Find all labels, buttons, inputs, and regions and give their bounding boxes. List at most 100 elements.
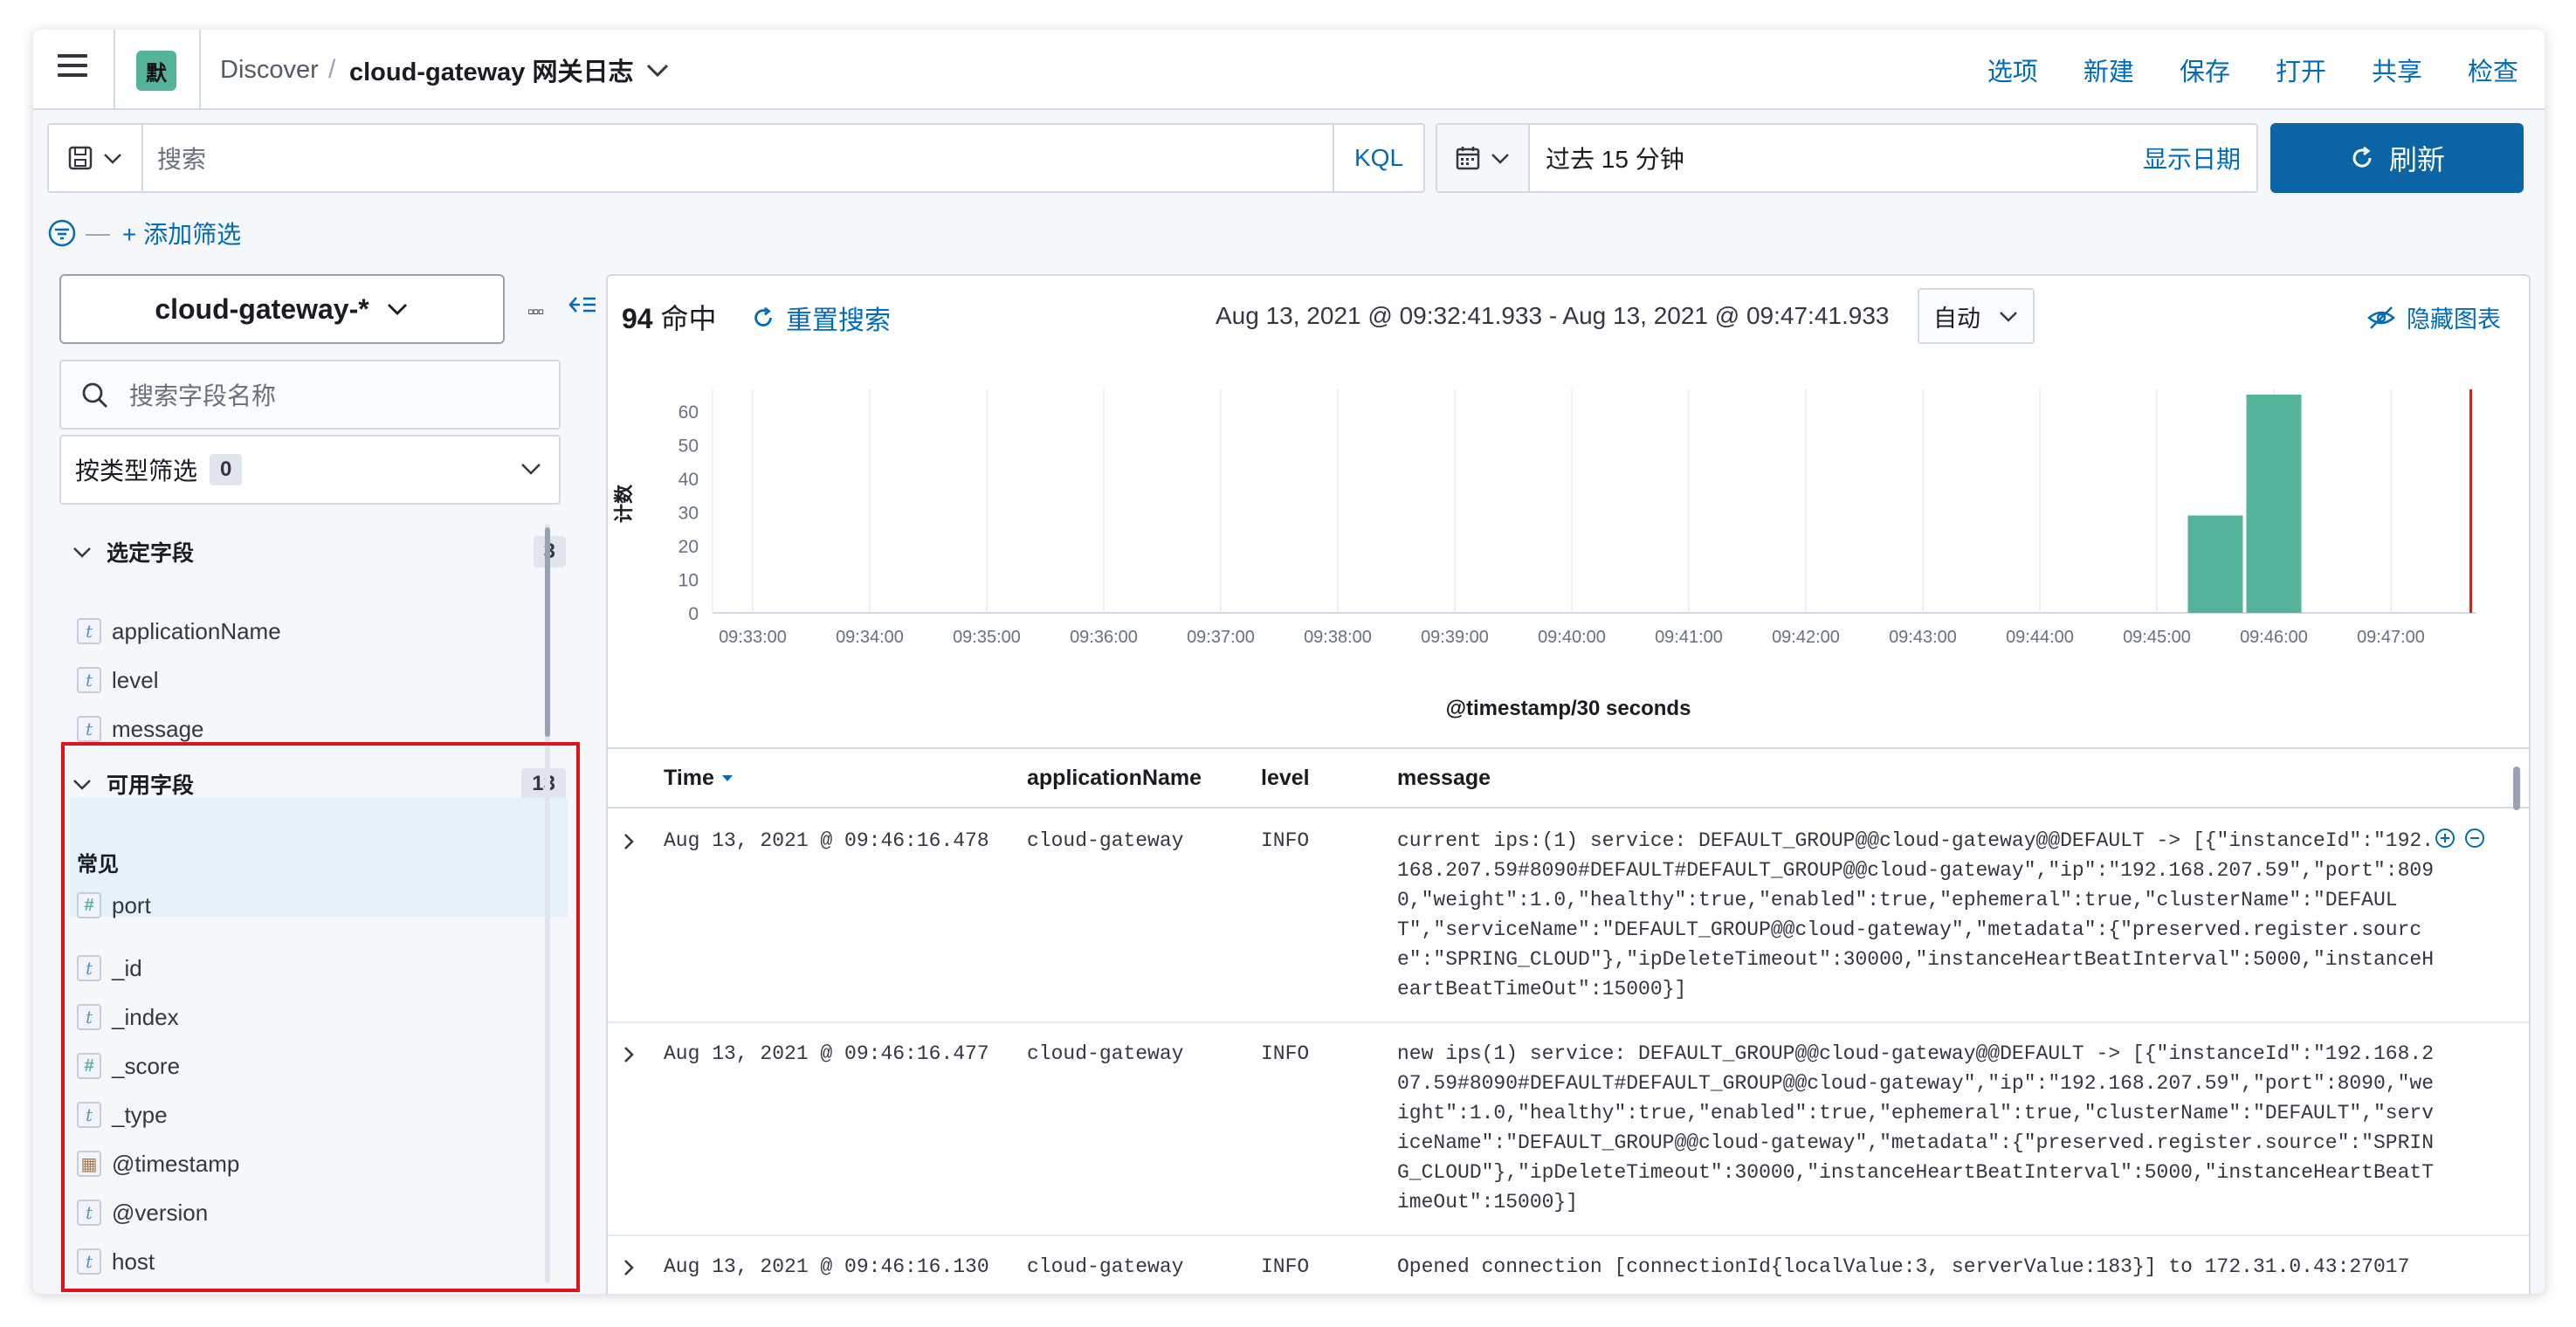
string-type-icon: t <box>77 618 101 644</box>
breadcrumb-discover[interactable]: Discover <box>220 30 319 110</box>
cell-time: Aug 13, 2021 @ 09:46:16.477 <box>664 1042 989 1065</box>
chevron-down-icon <box>2000 312 2017 322</box>
chevron-right-icon[interactable] <box>620 831 637 852</box>
selected-fields-header[interactable]: 选定字段 3 <box>68 531 566 573</box>
filter-icon[interactable] <box>47 218 77 248</box>
x-tick-label: 09:34:00 <box>836 628 904 647</box>
eye-closed-icon <box>2367 306 2395 329</box>
menu-open[interactable]: 打开 <box>2276 52 2326 88</box>
x-tick-label: 09:36:00 <box>1070 628 1138 647</box>
x-tick-label: 09:40:00 <box>1538 628 1606 647</box>
x-tick-label: 09:41:00 <box>1655 628 1723 647</box>
breadcrumb-separator: / <box>328 55 336 84</box>
refresh-label: 刷新 <box>2388 144 2445 175</box>
more-options-icon[interactable]: ▫▫▫ <box>527 300 544 323</box>
hits-label: 命中 <box>660 303 717 334</box>
column-header-message[interactable]: message <box>1397 749 1491 807</box>
field-item[interactable]: t level <box>77 660 158 700</box>
y-tick-label: 50 <box>678 437 699 457</box>
histogram-bar <box>2187 515 2243 613</box>
x-tick-label: 09:38:00 <box>1304 628 1372 647</box>
cell-level: INFO <box>1261 1042 1310 1065</box>
table-row: Aug 13, 2021 @ 09:46:16.478 cloud-gatewa… <box>608 810 2529 1023</box>
x-tick-label: 09:47:00 <box>2357 628 2425 647</box>
x-tick-label: 09:44:00 <box>2006 628 2074 647</box>
reset-search-button[interactable]: 重置搜索 <box>751 299 891 337</box>
hits-counter: 94 命中 <box>622 297 717 337</box>
hide-chart-button[interactable]: 隐藏图表 <box>2366 300 2501 334</box>
field-item[interactable]: t applicationName <box>77 611 281 651</box>
column-header-level[interactable]: level <box>1261 749 1310 807</box>
x-tick-label: 09:46:00 <box>2240 628 2308 647</box>
filter-out-icon[interactable] <box>2464 828 2485 849</box>
add-filter-button[interactable]: + 添加筛选 <box>122 216 241 251</box>
show-dates-link[interactable]: 显示日期 <box>2143 125 2241 191</box>
interval-select[interactable]: 自动 <box>1918 288 2035 344</box>
query-language-button[interactable]: KQL <box>1333 125 1423 191</box>
filter-in-icon[interactable] <box>2435 828 2455 849</box>
y-tick-label: 0 <box>688 604 699 624</box>
chevron-down-icon <box>387 304 407 315</box>
type-filter-button[interactable]: 按类型筛选 0 <box>59 435 561 505</box>
field-search-input[interactable]: 搜索字段名称 <box>59 360 561 430</box>
cell-time: Aug 13, 2021 @ 09:46:16.478 <box>664 829 989 852</box>
chevron-down-icon <box>521 464 541 475</box>
time-range-text: Aug 13, 2021 @ 09:32:41.933 - Aug 13, 20… <box>1216 302 1890 329</box>
y-tick-label: 60 <box>678 402 699 423</box>
field-name: message <box>112 715 204 742</box>
cell-message: new ips(1) service: DEFAULT_GROUP@@cloud… <box>1397 1042 2434 1214</box>
y-tick-label: 30 <box>678 504 699 524</box>
cell-application: cloud-gateway <box>1027 1255 1184 1278</box>
sort-down-icon[interactable] <box>720 773 735 783</box>
chevron-right-icon[interactable] <box>620 1257 637 1278</box>
highlight-box <box>61 742 580 1292</box>
x-tick-label: 09:37:00 <box>1187 628 1255 647</box>
menu-options[interactable]: 选项 <box>1987 52 2038 88</box>
x-tick-label: 09:45:00 <box>2123 628 2191 647</box>
chevron-down-icon <box>104 154 121 164</box>
results-panel: 94 命中 重置搜索 Aug 13, 2021 @ 09:32:41.933 -… <box>606 274 2531 1294</box>
quick-select-button[interactable] <box>1437 125 1530 191</box>
menu-new[interactable]: 新建 <box>2084 52 2134 88</box>
x-tick-label: 09:42:00 <box>1772 628 1840 647</box>
menu-save[interactable]: 保存 <box>2180 52 2230 88</box>
type-filter-count: 0 <box>210 454 243 485</box>
cell-message: current ips:(1) service: DEFAULT_GROUP@@… <box>1397 829 2434 1000</box>
top-header: 默 Discover / cloud-gateway 网关日志 选项 新建 保存… <box>33 30 2545 110</box>
cell-application: cloud-gateway <box>1027 1042 1184 1065</box>
x-tick-label: 09:33:00 <box>719 628 787 647</box>
save-icon <box>68 146 93 170</box>
hide-chart-label: 隐藏图表 <box>2407 306 2501 333</box>
table-scrollbar[interactable] <box>2513 767 2520 810</box>
string-type-icon: t <box>77 716 101 742</box>
time-picker: 过去 15 分钟 显示日期 <box>1436 123 2258 193</box>
saved-query-button[interactable] <box>49 125 143 191</box>
query-bar: 搜索 KQL <box>47 123 1425 193</box>
table-row: Aug 13, 2021 @ 09:46:16.130 cloud-gatewa… <box>608 1236 2529 1294</box>
time-range-label[interactable]: 过去 15 分钟 <box>1546 125 1684 191</box>
chevron-down-icon <box>73 547 91 558</box>
menu-icon[interactable] <box>58 54 87 84</box>
chart-xlabel: @timestamp/30 seconds <box>1445 697 1691 720</box>
chevron-down-icon <box>1491 154 1509 164</box>
menu-share[interactable]: 共享 <box>2372 52 2422 88</box>
discover-window: 默 Discover / cloud-gateway 网关日志 选项 新建 保存… <box>33 30 2545 1294</box>
string-type-icon: t <box>77 667 101 693</box>
calendar-icon <box>1456 147 1480 170</box>
histogram-bar <box>2246 395 2302 613</box>
chevron-down-icon[interactable] <box>644 58 671 82</box>
search-input[interactable]: 搜索 <box>157 125 206 191</box>
chevron-right-icon[interactable] <box>620 1044 637 1065</box>
index-pattern-select[interactable]: cloud-gateway-* <box>59 274 505 344</box>
collapse-sidebar-icon[interactable] <box>568 292 597 318</box>
column-header-time[interactable]: Time <box>664 749 735 807</box>
menu-inspect[interactable]: 检查 <box>2468 52 2518 88</box>
column-header-applicationname[interactable]: applicationName <box>1027 749 1202 807</box>
y-tick-label: 10 <box>678 571 699 591</box>
sidebar-scrollbar-thumb[interactable] <box>545 527 550 737</box>
hits-count: 94 <box>622 303 653 334</box>
cell-message: Opened connection [connectionId{localVal… <box>1397 1255 2410 1278</box>
reset-search-label: 重置搜索 <box>786 306 891 335</box>
refresh-button[interactable]: 刷新 <box>2270 123 2524 193</box>
space-avatar[interactable]: 默 <box>136 51 176 91</box>
